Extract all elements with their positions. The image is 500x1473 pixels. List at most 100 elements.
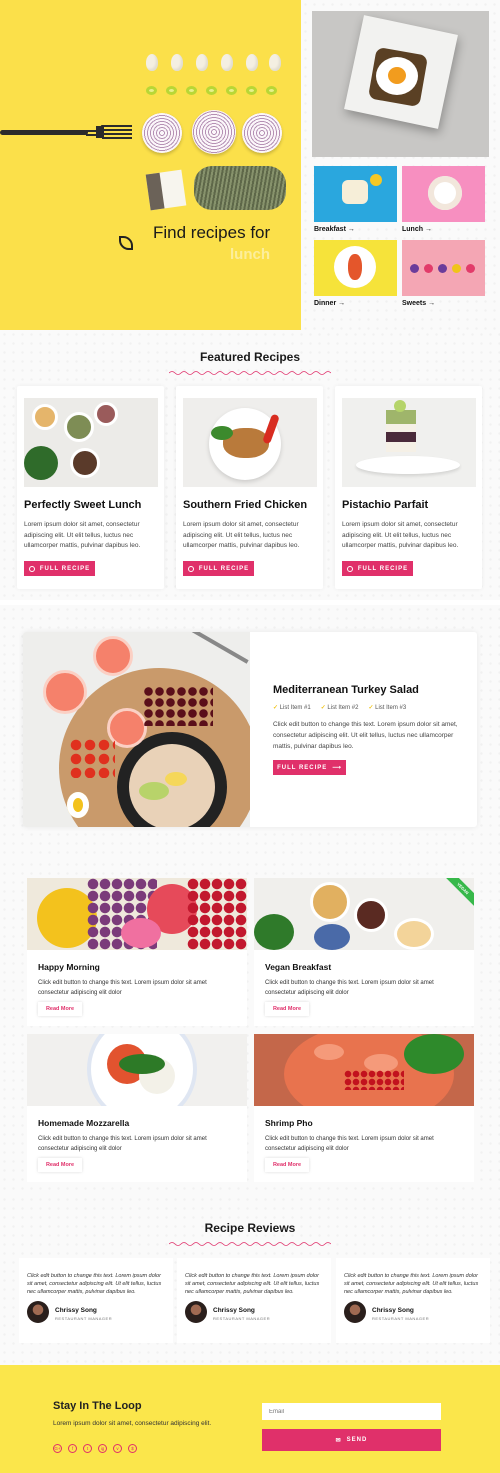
full-recipe-button[interactable]: FULL RECIPE [24, 561, 95, 576]
wave-divider [169, 371, 331, 375]
onion-slice [192, 110, 236, 154]
footer-wave [0, 1365, 500, 1387]
sweets-image [402, 240, 485, 296]
category-breakfast[interactable]: Breakfast → [314, 166, 397, 233]
recipe-card: Southern Fried Chicken Lorem ipsum dolor… [176, 386, 323, 589]
full-recipe-button[interactable]: FULL RECIPE ⟶ [273, 760, 346, 775]
hero-banner: Find recipes for lunch [0, 0, 301, 330]
read-more-link[interactable]: Read More [38, 1002, 82, 1016]
highlight-list: List Item #1 List Item #2 List Item #3 [273, 704, 406, 711]
arrow-right-icon: ⟶ [332, 765, 342, 771]
avatar [344, 1301, 366, 1323]
recipe-image [342, 398, 476, 487]
leaf-icon [119, 236, 133, 250]
hero-rotating-word: lunch [230, 246, 270, 263]
category-label: Breakfast → [314, 226, 355, 233]
avatar [27, 1301, 49, 1323]
read-more-link[interactable]: Read More [265, 1158, 309, 1172]
recipe-tile: Happy Morning Click edit button to chang… [27, 878, 247, 1026]
etsy-icon[interactable]: $ [128, 1444, 137, 1453]
button-label: FULL RECIPE [198, 565, 250, 572]
recipe-text: Lorem ipsum dolor sit amet, consectetur … [183, 521, 300, 549]
google-plus-icon[interactable]: G+ [53, 1444, 62, 1453]
read-more-link[interactable]: Read More [38, 1158, 82, 1172]
pepper-slice [206, 86, 217, 95]
full-recipe-button[interactable]: FULL RECIPE [342, 561, 413, 576]
tile-image [254, 878, 474, 950]
twitter-icon[interactable]: t [83, 1444, 92, 1453]
category-label: Sweets → [402, 300, 436, 307]
tile-title: Homemade Mozzarella [38, 1118, 130, 1128]
review-text: Click edit button to change this text. L… [27, 1273, 162, 1295]
reviewer-role: RESTAURANT MANAGER [213, 1316, 271, 1321]
recipe-text: Lorem ipsum dolor sit amet, consectetur … [24, 521, 141, 549]
onion-slice [242, 113, 282, 153]
category-sweets[interactable]: Sweets → [402, 240, 485, 307]
tile-text: Click edit button to change this text. L… [265, 980, 434, 996]
recipe-title: Southern Fried Chicken [183, 499, 308, 511]
category-lunch[interactable]: Lunch → [402, 166, 485, 233]
recipe-card: Perfectly Sweet Lunch Lorem ipsum dolor … [17, 386, 164, 589]
reviewer-name: Chrissy Song [213, 1307, 255, 1314]
featured-photo [312, 11, 489, 157]
featured-title: Featured Recipes [199, 350, 301, 364]
tile-text: Click edit button to change this text. L… [38, 980, 207, 996]
recipe-text: Lorem ipsum dolor sit amet, consectetur … [342, 521, 459, 549]
newsletter-text: Lorem ipsum dolor sit amet, consectetur … [53, 1420, 212, 1427]
breakfast-image [314, 166, 397, 222]
category-panel: Breakfast → Lunch → Dinner → Sweets → [301, 0, 500, 330]
tile-image [27, 1034, 247, 1106]
pepper-slice [166, 86, 177, 95]
pepper-slice [246, 86, 257, 95]
read-more-link[interactable]: Read More [265, 1002, 309, 1016]
pepper-slice [226, 86, 237, 95]
instagram-icon[interactable]: ig [98, 1444, 107, 1453]
tile-title: Happy Morning [38, 962, 100, 972]
pepper-slice [266, 86, 277, 95]
reviews-title: Recipe Reviews [204, 1221, 296, 1235]
onion-slice [142, 113, 182, 153]
tile-title: Shrimp Pho [265, 1118, 313, 1128]
vimeo-icon[interactable]: v [113, 1444, 122, 1453]
tile-text: Click edit button to change this text. L… [265, 1136, 434, 1152]
button-label: SEND [346, 1437, 368, 1443]
cheese-wedge [145, 169, 187, 211]
list-item: List Item #2 [321, 704, 358, 711]
list-item: List Item #3 [368, 704, 406, 711]
hero: Find recipes for lunch Breakfast → Lunch… [0, 0, 500, 330]
wave-divider [169, 1242, 331, 1246]
highlight-text: Click edit button to change this text. L… [273, 721, 458, 750]
garlic-clove [246, 54, 258, 71]
dinner-image [314, 240, 397, 296]
recipe-tile: Shrimp Pho Click edit button to change t… [254, 1034, 474, 1182]
recipe-image [24, 398, 158, 487]
review-card: Click edit button to change this text. L… [19, 1258, 173, 1343]
reviewer-role: RESTAURANT MANAGER [55, 1316, 113, 1321]
newsletter-title: Stay In The Loop [53, 1400, 142, 1412]
category-dinner[interactable]: Dinner → [314, 240, 397, 307]
chat-icon [28, 565, 35, 572]
tile-image [254, 1034, 474, 1106]
mail-icon: ✉ [335, 1437, 342, 1444]
lunch-image [402, 166, 485, 222]
review-text: Click edit button to change this text. L… [344, 1273, 479, 1295]
send-button[interactable]: ✉ SEND [262, 1429, 441, 1451]
pepper-slice [146, 86, 157, 95]
garlic-clove [269, 54, 281, 71]
hero-title: Find recipes for [153, 223, 271, 242]
email-field[interactable] [262, 1403, 441, 1420]
reviewer-name: Chrissy Song [55, 1307, 97, 1314]
garlic-clove [221, 54, 233, 71]
recipe-tile: Homemade Mozzarella Click edit button to… [27, 1034, 247, 1182]
pepper-slice [186, 86, 197, 95]
highlight-image [23, 632, 250, 827]
egg-yolk [388, 67, 406, 84]
social-links: G+ f t ig v $ [53, 1444, 137, 1453]
facebook-icon[interactable]: f [68, 1444, 77, 1453]
tile-title: Vegan Breakfast [265, 962, 332, 972]
tile-image [27, 878, 247, 950]
full-recipe-button[interactable]: FULL RECIPE [183, 561, 254, 576]
recipe-image [183, 398, 317, 487]
pasta-noodles [194, 166, 286, 210]
button-label: FULL RECIPE [357, 565, 409, 572]
